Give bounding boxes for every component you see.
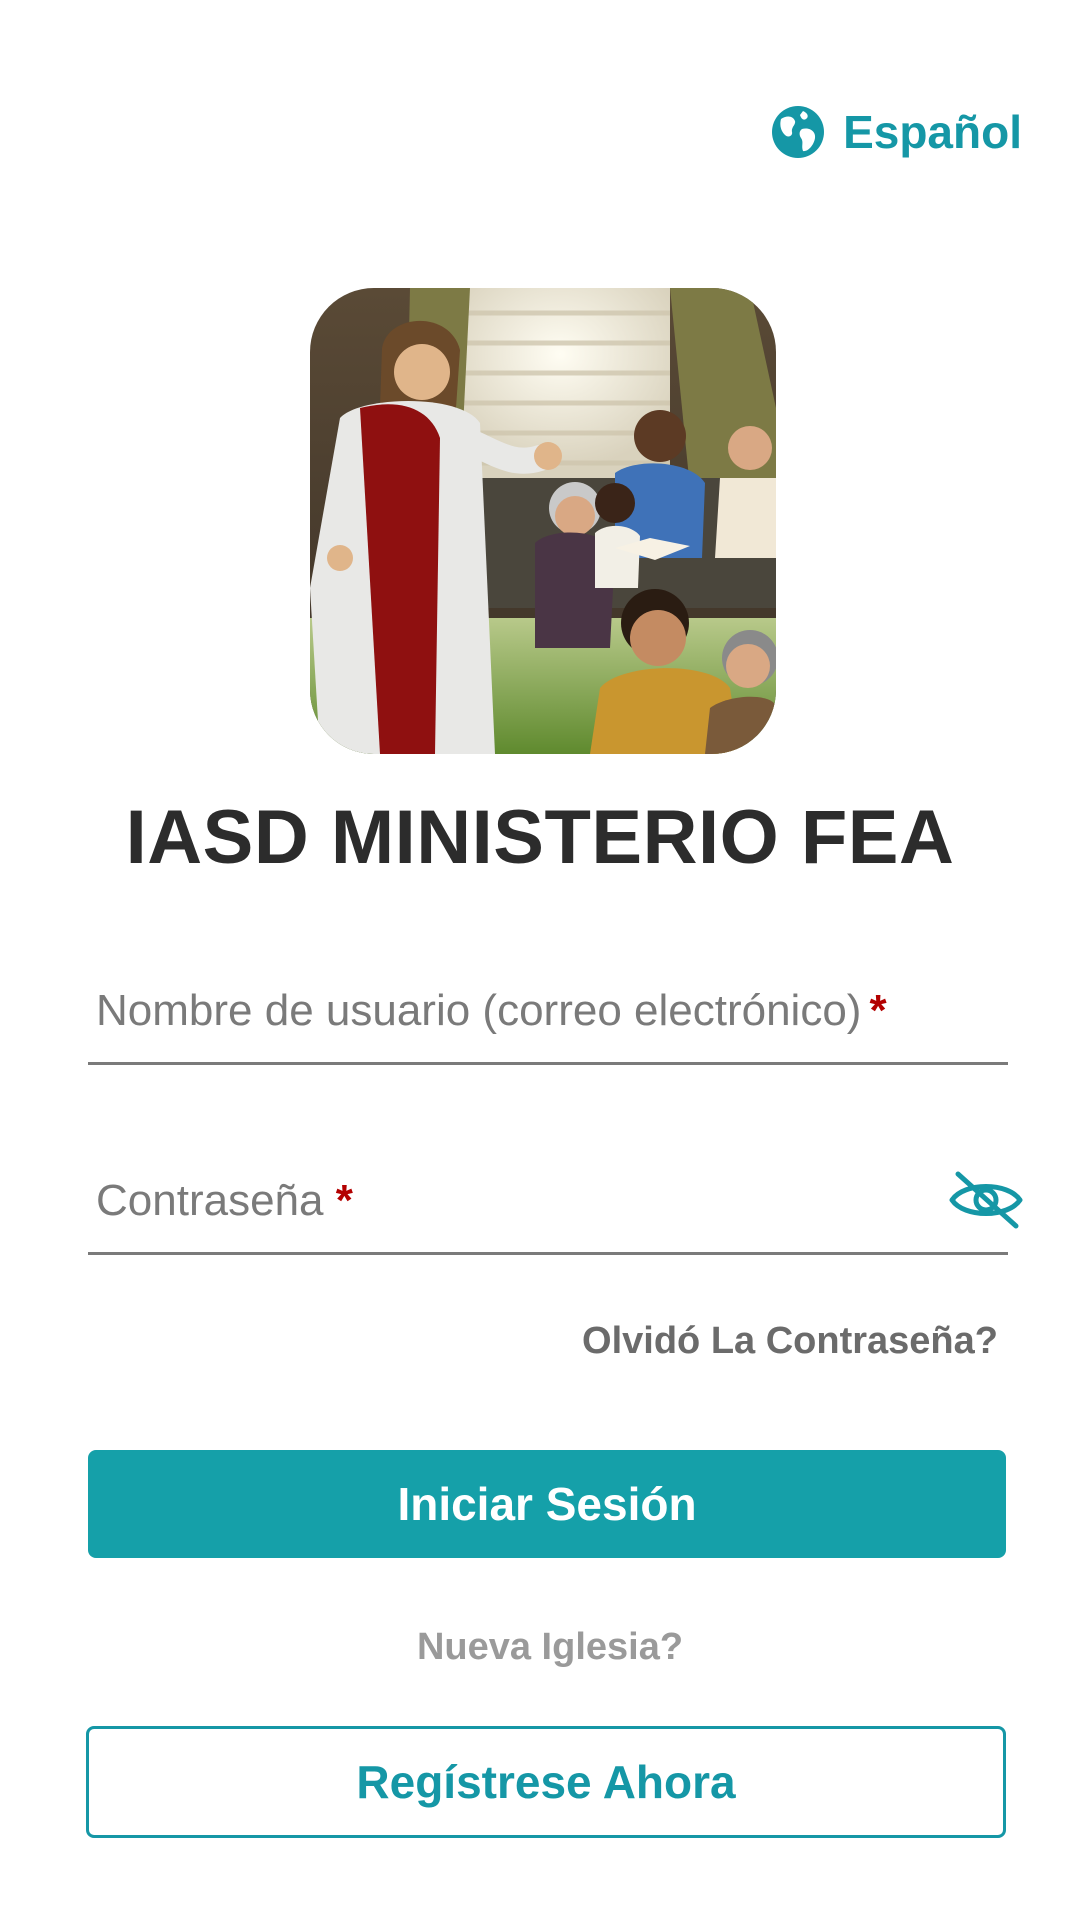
username-input[interactable]	[88, 960, 1008, 1062]
password-field[interactable]: Contraseña *	[88, 1150, 1023, 1255]
language-selector[interactable]: Español	[771, 100, 1022, 164]
eye-off-icon[interactable]	[948, 1170, 1024, 1230]
login-button[interactable]: Iniciar Sesión	[88, 1450, 1006, 1558]
username-field[interactable]: Nombre de usuario (correo electrónico) *	[88, 960, 1008, 1065]
globe-icon	[772, 106, 825, 158]
register-button[interactable]: Regístrese Ahora	[86, 1726, 1006, 1838]
password-input[interactable]	[88, 1150, 1008, 1252]
app-title: IASD MINISTERIO FEA	[125, 795, 955, 880]
language-label: Español	[843, 106, 1022, 158]
app-logo-image	[310, 288, 776, 754]
forgot-password-link[interactable]: Olvidó La Contraseña?	[582, 1320, 998, 1363]
new-church-prompt: Nueva Iglesia?	[416, 1626, 684, 1668]
